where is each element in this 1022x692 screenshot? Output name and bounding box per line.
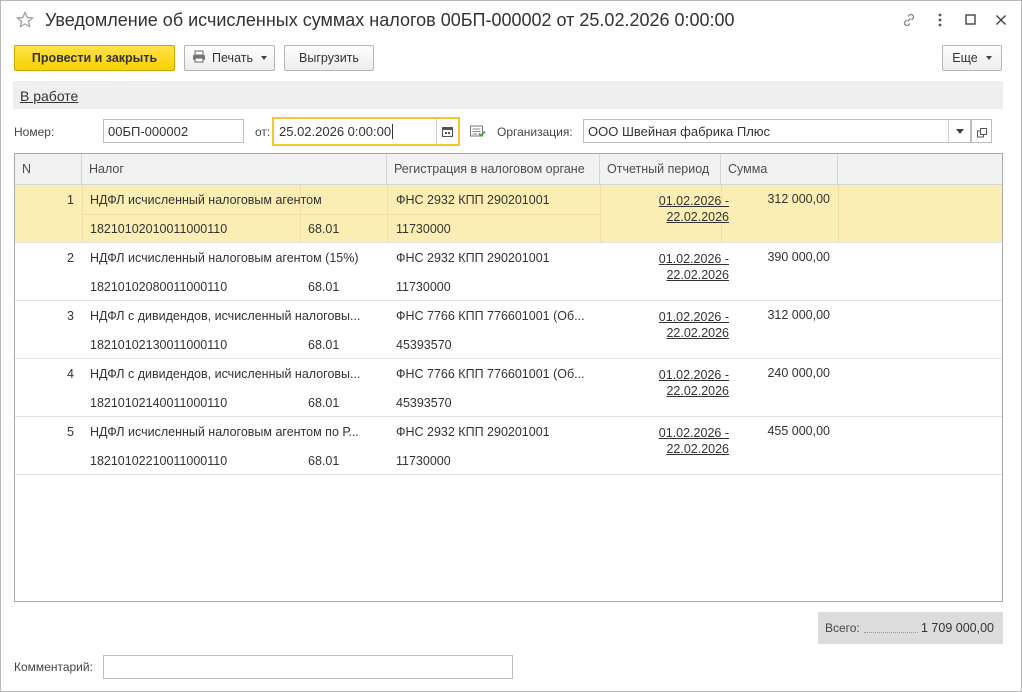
document-window: Уведомление об исчисленных суммах налого…: [0, 0, 1022, 692]
dropdown-button[interactable]: [948, 120, 970, 142]
total-panel: Всего: 1 709 000,00: [818, 612, 1003, 644]
close-icon[interactable]: [992, 11, 1010, 29]
star-icon[interactable]: [15, 10, 35, 30]
comment-field[interactable]: [103, 655, 513, 679]
period-to[interactable]: 22.02.2026: [613, 383, 729, 399]
chevron-down-icon: [260, 56, 267, 60]
calendar-icon[interactable]: [436, 119, 458, 144]
registration: ФНС 7766 КПП 776601001 (Об...: [396, 309, 585, 323]
link-icon[interactable]: [900, 11, 918, 29]
kbk-code: 18210102210011000110: [90, 454, 228, 468]
total-label: Всего:: [825, 621, 860, 635]
amount: 312 000,00: [767, 308, 830, 322]
tax-name: НДФЛ исчисленный налоговым агентом: [90, 193, 322, 207]
date-field[interactable]: 25.02.2026 0:00:00: [272, 117, 460, 146]
column-header-amount[interactable]: Сумма: [721, 154, 838, 185]
oktmo: 45393570: [396, 338, 452, 352]
kbk-code: 18210102140011000110: [90, 396, 228, 410]
table-header: N Налог Регистрация в налоговом органе О…: [15, 154, 1002, 185]
row-number: 5: [67, 425, 74, 439]
history-icon[interactable]: [470, 124, 486, 141]
account-code: 68.01: [308, 396, 340, 410]
print-button[interactable]: Печать: [184, 45, 275, 71]
column-header-tax[interactable]: Налог: [82, 154, 387, 185]
table-row[interactable]: 2 НДФЛ исчисленный налоговым агентом (15…: [15, 243, 1002, 301]
oktmo: 11730000: [396, 454, 451, 468]
tax-name: НДФЛ исчисленный налоговым агентом (15%): [90, 251, 359, 265]
amount: 455 000,00: [767, 424, 830, 438]
period-from[interactable]: 01.02.2026 -: [613, 251, 729, 267]
organization-label: Организация:: [497, 125, 573, 139]
table-row[interactable]: 3 НДФЛ с дивидендов, исчисленный налогов…: [15, 301, 1002, 359]
taxes-table: N Налог Регистрация в налоговом органе О…: [14, 153, 1003, 602]
chevron-down-icon: [985, 56, 992, 60]
date-value: 25.02.2026 0:00:00: [279, 124, 394, 139]
period-from[interactable]: 01.02.2026 -: [613, 425, 729, 441]
comment-label: Комментарий:: [14, 660, 93, 674]
more-label: Еще: [952, 51, 978, 65]
page-title: Уведомление об исчисленных суммах налого…: [45, 10, 735, 30]
open-organization-button[interactable]: [971, 119, 992, 143]
printer-icon: [192, 50, 206, 66]
maximize-icon[interactable]: [962, 11, 980, 29]
status-link[interactable]: В работе: [20, 88, 78, 104]
total-dots: [864, 632, 918, 633]
registration: ФНС 7766 КПП 776601001 (Об...: [396, 367, 585, 381]
row-number: 1: [67, 193, 74, 207]
amount: 390 000,00: [767, 250, 830, 264]
row-number: 3: [67, 309, 74, 323]
status-bar: В работе: [13, 81, 1003, 109]
number-label: Номер:: [14, 125, 55, 139]
kbk-code: 18210102010011000110: [90, 222, 228, 236]
open-icon: [977, 126, 987, 141]
title-bar: Уведомление об исчисленных суммах налого…: [1, 1, 1021, 41]
registration: ФНС 2932 КПП 290201001: [396, 425, 550, 439]
table-row[interactable]: 5 НДФЛ исчисленный налоговым агентом по …: [15, 417, 1002, 475]
account-code: 68.01: [308, 222, 340, 236]
date-label: от:: [255, 125, 271, 139]
period-from[interactable]: 01.02.2026 -: [613, 193, 729, 209]
organization-field[interactable]: ООО Швейная фабрика Плюс: [583, 119, 971, 143]
more-button[interactable]: Еще: [942, 45, 1002, 71]
kbk-code: 18210102130011000110: [90, 338, 228, 352]
period-to[interactable]: 22.02.2026: [613, 325, 729, 341]
tax-name: НДФЛ с дивидендов, исчисленный налоговы.…: [90, 367, 361, 381]
tax-name: НДФЛ исчисленный налоговым агентом по Р.…: [90, 425, 359, 439]
column-header-registration[interactable]: Регистрация в налоговом органе: [387, 154, 600, 185]
number-field[interactable]: 00БП-000002: [103, 119, 244, 143]
kbk-code: 18210102080011000110: [90, 280, 228, 294]
table-row[interactable]: 4 НДФЛ с дивидендов, исчисленный налогов…: [15, 359, 1002, 417]
period-to[interactable]: 22.02.2026: [613, 209, 729, 225]
oktmo: 11730000: [396, 280, 451, 294]
column-header-period[interactable]: Отчетный период: [600, 154, 721, 185]
post-and-close-button[interactable]: Провести и закрыть: [14, 45, 175, 71]
table-row[interactable]: 1 НДФЛ исчисленный налоговым агентом 182…: [15, 185, 1002, 243]
period-to[interactable]: 22.02.2026: [613, 441, 729, 457]
registration: ФНС 2932 КПП 290201001: [396, 251, 550, 265]
row-number: 2: [67, 251, 74, 265]
row-number: 4: [67, 367, 74, 381]
export-button[interactable]: Выгрузить: [284, 45, 374, 71]
account-code: 68.01: [308, 338, 340, 352]
total-value: 1 709 000,00: [921, 621, 994, 635]
amount: 312 000,00: [767, 192, 830, 206]
more-vertical-icon[interactable]: [931, 11, 949, 29]
oktmo: 45393570: [396, 396, 452, 410]
period-to[interactable]: 22.02.2026: [613, 267, 729, 283]
amount: 240 000,00: [767, 366, 830, 380]
account-code: 68.01: [308, 280, 340, 294]
post-and-close-label: Провести и закрыть: [31, 51, 158, 65]
period-from[interactable]: 01.02.2026 -: [613, 309, 729, 325]
account-code: 68.01: [308, 454, 340, 468]
oktmo: 11730000: [396, 222, 451, 236]
column-header-n[interactable]: N: [15, 154, 82, 185]
organization-value: ООО Швейная фабрика Плюс: [588, 124, 771, 139]
tax-name: НДФЛ с дивидендов, исчисленный налоговы.…: [90, 309, 361, 323]
period-from[interactable]: 01.02.2026 -: [613, 367, 729, 383]
print-label: Печать: [212, 51, 253, 65]
registration: ФНС 2932 КПП 290201001: [396, 193, 550, 207]
export-label: Выгрузить: [299, 51, 359, 65]
number-value: 00БП-000002: [108, 124, 189, 139]
